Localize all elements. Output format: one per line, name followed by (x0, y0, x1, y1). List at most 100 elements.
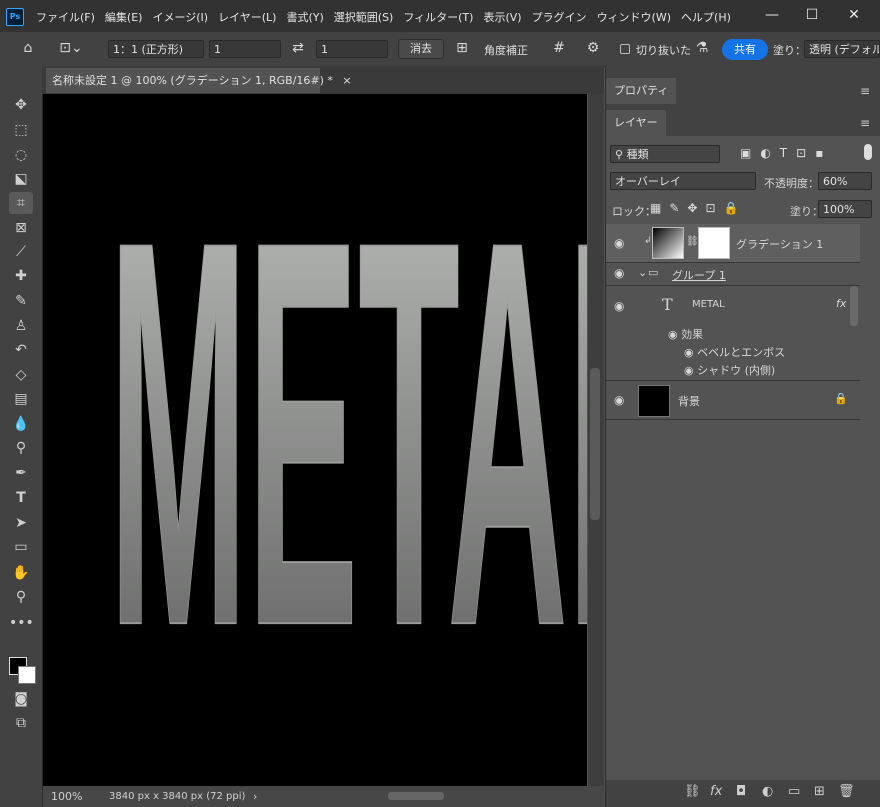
filter-toggle-icon[interactable] (864, 144, 872, 160)
flask-icon[interactable]: ⚗ (693, 40, 711, 56)
blur-tool-icon[interactable]: 💧 (9, 413, 33, 435)
hand-tool-icon[interactable]: ✋ (9, 562, 33, 584)
eye-icon[interactable]: ◉ (684, 364, 697, 377)
menu-window[interactable]: ウィンドウ(W) (597, 9, 671, 25)
eye-icon[interactable]: ◉ (614, 266, 624, 280)
menu-layer[interactable]: レイヤー(L) (218, 9, 276, 25)
straighten-icon[interactable]: ⊞ (452, 40, 472, 56)
eye-icon[interactable]: ◉ (614, 393, 624, 407)
status-arrow-icon[interactable]: › (253, 786, 257, 807)
horizontal-scroll-thumb[interactable] (388, 792, 444, 800)
vertical-scroll-thumb[interactable] (590, 368, 600, 520)
eye-icon[interactable]: ◉ (614, 299, 624, 313)
eye-icon[interactable]: ◉ (668, 328, 681, 341)
new-layer-icon[interactable]: ⊞ (814, 784, 825, 799)
fill-select[interactable]: 透明 (デフォル (804, 40, 880, 58)
menu-image[interactable]: イメージ(I) (152, 9, 208, 25)
layer-filter-select[interactable]: ⚲ 種類 (610, 145, 720, 163)
brush-tool-icon[interactable]: ✎ (9, 290, 33, 312)
history-brush-tool-icon[interactable]: ↶ (9, 339, 33, 361)
canvas[interactable]: METAL (43, 94, 587, 786)
menu-select[interactable]: 選択範囲(S) (334, 9, 394, 25)
stamp-tool-icon[interactable]: ♙ (9, 315, 33, 337)
layer-row-group[interactable]: ◉ ⌄ ▭ グループ 1 (606, 262, 860, 286)
screen-mode-icon[interactable]: ⧉ (9, 712, 33, 734)
add-style-icon[interactable]: fx (710, 784, 722, 799)
rectangle-tool-icon[interactable]: ▭ (9, 536, 33, 558)
share-button[interactable]: 共有 (722, 39, 768, 60)
layer-name[interactable]: METAL (692, 299, 725, 310)
fill-input[interactable]: 100% (818, 200, 872, 218)
close-tab-icon[interactable]: × (342, 74, 351, 87)
pen-tool-icon[interactable]: ✒ (9, 462, 33, 484)
delete-cropped-checkbox[interactable] (620, 44, 630, 54)
close-button[interactable]: ✕ (836, 4, 872, 28)
lasso-tool-icon[interactable]: ◌ (9, 144, 33, 166)
layer-name[interactable]: 背景 (678, 393, 700, 409)
menu-plugins[interactable]: プラグイン (532, 9, 587, 25)
path-select-tool-icon[interactable]: ➤ (9, 512, 33, 534)
maximize-button[interactable]: ☐ (794, 4, 830, 28)
layers-scroll-thumb[interactable] (850, 286, 858, 326)
grid-overlay-icon[interactable]: # (548, 40, 570, 56)
tab-properties[interactable]: プロパティ (606, 78, 677, 104)
layer-row-text[interactable]: ◉ T METAL fx (606, 285, 860, 325)
straighten-label[interactable]: 角度補正 (484, 42, 528, 58)
zoom-tool-icon[interactable]: ⚲ (9, 586, 33, 608)
trash-icon[interactable]: 🗑 (838, 784, 855, 799)
add-mask-icon[interactable]: ◘ (736, 784, 746, 799)
inner-shadow-row[interactable]: ◉ シャドウ (内側) (684, 362, 775, 378)
healing-brush-tool-icon[interactable]: ✚ (9, 265, 33, 287)
object-select-tool-icon[interactable]: ⬕ (9, 168, 33, 190)
link-layers-icon[interactable]: ⛓ (684, 784, 701, 799)
menu-edit[interactable]: 編集(E) (105, 9, 143, 25)
layer-name[interactable]: グラデーション 1 (736, 236, 823, 252)
gear-icon[interactable]: ⚙ (582, 40, 604, 56)
background-color-swatch[interactable] (18, 666, 36, 684)
more-tools-icon[interactable]: ••• (9, 612, 34, 634)
menu-view[interactable]: 表示(V) (483, 9, 521, 25)
eyedropper-tool-icon[interactable]: ⟋ (9, 241, 33, 263)
home-icon[interactable]: ⌂ (18, 40, 38, 56)
effects-row[interactable]: ◉ 効果 (668, 326, 703, 342)
document-info[interactable]: 3840 px x 3840 px (72 ppi) (109, 786, 245, 807)
swap-icon[interactable]: ⇄ (288, 40, 308, 56)
fx-icon[interactable]: fx (836, 297, 846, 310)
zoom-level[interactable]: 100% (51, 786, 82, 807)
bevel-emboss-row[interactable]: ◉ ベベルとエンボス (684, 344, 785, 360)
width-input[interactable]: 1 (209, 40, 281, 58)
height-input[interactable]: 1 (316, 40, 388, 58)
tab-layers[interactable]: レイヤー (606, 110, 666, 136)
blend-mode-select[interactable]: オーバーレイ (610, 172, 756, 190)
minimize-button[interactable]: — (754, 4, 790, 28)
type-tool-icon[interactable]: T (9, 487, 33, 509)
opacity-input[interactable]: 60% (818, 172, 872, 190)
layer-row-gradient[interactable]: ◉ ↲ ⛓ グラデーション 1 (606, 224, 860, 263)
panel-menu-icon[interactable]: ≡ (860, 84, 870, 98)
gradient-tool-icon[interactable]: ▤ (9, 388, 33, 410)
move-tool-icon[interactable]: ✥ (9, 94, 33, 116)
link-icon[interactable]: ⛓ (686, 236, 699, 247)
layer-row-background[interactable]: ◉ 背景 🔒 (606, 380, 860, 420)
lock-icons[interactable]: ▦✎✥⊡🔒 (650, 201, 746, 215)
crop-tool-icon[interactable]: ⌗ (9, 192, 33, 214)
menu-filter[interactable]: フィルター(T) (403, 9, 473, 25)
layers-menu-icon[interactable]: ≡ (860, 116, 870, 130)
marquee-tool-icon[interactable]: ⬚ (9, 119, 33, 141)
quick-mask-icon[interactable]: ◙ (9, 688, 33, 710)
menu-help[interactable]: ヘルプ(H) (681, 9, 731, 25)
document-tab[interactable]: 名称未設定 1 @ 100% (グラデーション 1, RGB/16#) * × (46, 68, 352, 93)
frame-tool-icon[interactable]: ⊠ (9, 217, 33, 239)
clear-button[interactable]: 消去 (398, 39, 444, 59)
crop-tool-preset-icon[interactable]: ⊡⌄ (56, 40, 86, 56)
dodge-tool-icon[interactable]: ⚲ (9, 437, 33, 459)
lock-icon[interactable]: 🔒 (834, 392, 848, 405)
eye-icon[interactable]: ◉ (684, 346, 697, 359)
eraser-tool-icon[interactable]: ◇ (9, 364, 33, 386)
ratio-select[interactable]: 1：1 (正方形) (108, 40, 204, 58)
layer-filter-icons[interactable]: ▣◐T⊡▪ (740, 146, 832, 160)
menu-file[interactable]: ファイル(F) (36, 9, 95, 25)
menu-type[interactable]: 書式(Y) (286, 9, 323, 25)
eye-icon[interactable]: ◉ (614, 236, 624, 250)
new-group-icon[interactable]: ▭ (788, 784, 800, 799)
